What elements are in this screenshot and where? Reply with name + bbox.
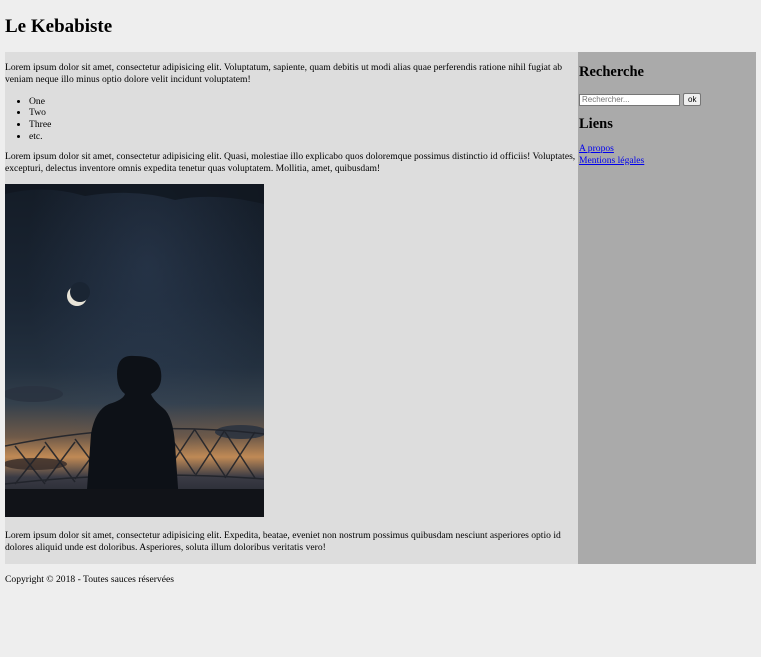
- footer-copyright: Copyright © 2018 - Toutes sauces réservé…: [5, 574, 174, 585]
- search-input[interactable]: [579, 93, 680, 106]
- links-heading: Liens: [579, 116, 613, 132]
- search-heading: Recherche: [579, 64, 644, 80]
- list-item: One: [29, 96, 578, 108]
- list-item: Two: [29, 107, 578, 119]
- night-sky-photo: [5, 184, 264, 518]
- search-form: ok: [579, 93, 756, 106]
- content-wrapper: Lorem ipsum dolor sit amet, consectetur …: [5, 52, 756, 564]
- site-title: Le Kebabiste: [5, 16, 113, 37]
- list-item: Three: [29, 119, 578, 131]
- second-paragraph: Lorem ipsum dolor sit amet, consectetur …: [5, 150, 576, 174]
- link-mentions-legales[interactable]: Mentions légales: [579, 155, 756, 167]
- main-content: Lorem ipsum dolor sit amet, consectetur …: [5, 52, 578, 564]
- list-item: etc.: [29, 131, 578, 143]
- search-submit-button[interactable]: ok: [683, 93, 702, 106]
- third-paragraph: Lorem ipsum dolor sit amet, consectetur …: [5, 530, 561, 554]
- link-a-propos[interactable]: A propos: [579, 143, 756, 155]
- intro-paragraph: Lorem ipsum dolor sit amet, consectetur …: [5, 62, 563, 85]
- links-list: A propos Mentions légales: [579, 143, 756, 167]
- sidebar: Recherche ok Liens A propos Mentions lég…: [578, 52, 756, 564]
- bullet-list: One Two Three etc.: [5, 96, 578, 143]
